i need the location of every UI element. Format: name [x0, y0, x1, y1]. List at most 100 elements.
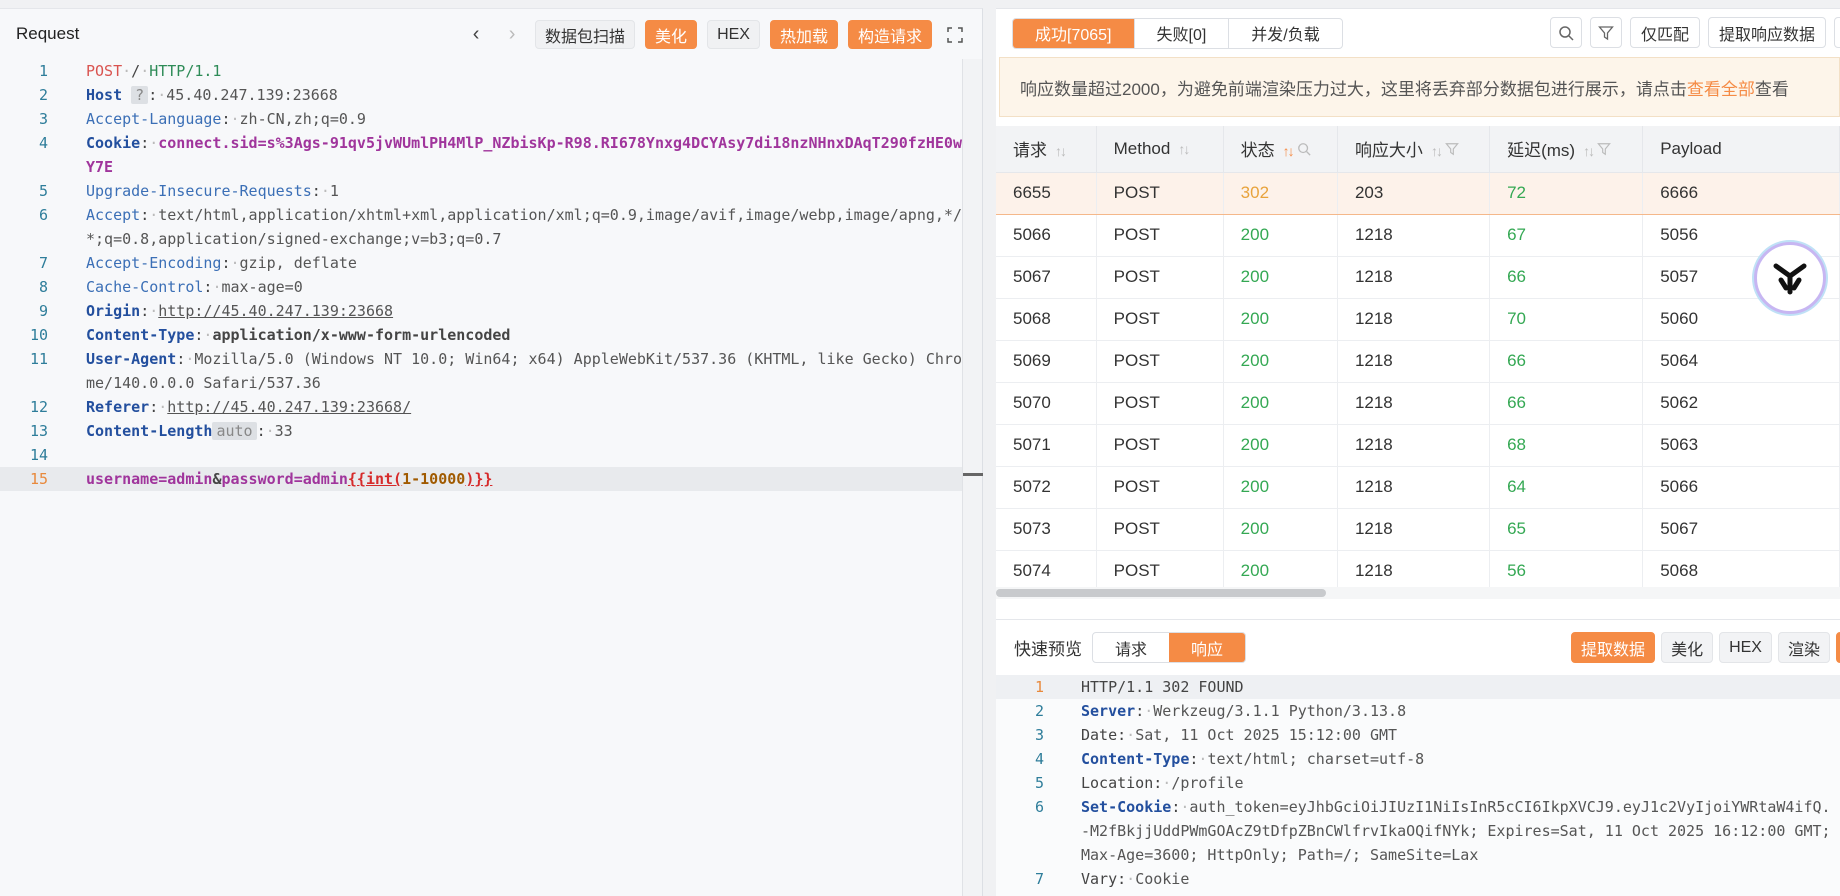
cell-size: 1218 — [1337, 508, 1491, 551]
tab-preview-response[interactable]: 响应 — [1169, 633, 1246, 662]
code-line: 5 Location:·/profile — [1034, 774, 1244, 792]
code-line-active: 1 HTTP/1.1 302 FOUND — [996, 675, 1840, 699]
tab-preview-request[interactable]: 请求 — [1093, 633, 1169, 662]
table-hscroll-thumb[interactable] — [996, 589, 1326, 597]
cell-latency: 67 — [1489, 214, 1644, 257]
tab-concurrency[interactable]: 并发/负载 — [1229, 19, 1341, 48]
forward-arrow-icon[interactable]: › — [499, 22, 525, 48]
search-icon[interactable] — [1549, 17, 1582, 48]
extract-data-button[interactable]: 提取数据 — [1571, 632, 1656, 663]
hotload-button[interactable]: 热加载 — [769, 20, 838, 49]
cell-latency: 66 — [1489, 340, 1644, 383]
beautify-button[interactable]: 美化 — [645, 20, 698, 49]
results-table: 请求 ↑↓ Method ↑↓ 状态 ↑↓ 响应大小 ↑↓ 延迟(ms) ↑↓ Paylo… — [996, 126, 1840, 596]
cell-size: 203 — [1337, 171, 1491, 215]
request-editor[interactable]: 1 POST·/·HTTP/1.1 2 Host ?:·45.40.247.139:… — [0, 59, 962, 896]
view-all-link[interactable]: 查看全部 — [1687, 75, 1755, 100]
hex-button[interactable]: HEX — [707, 20, 760, 49]
search-column-icon[interactable] — [1297, 143, 1311, 159]
sort-icon[interactable]: ↑↓ — [1583, 143, 1595, 159]
table-row[interactable]: 5070 POST 200 1218 66 5062 — [996, 382, 1840, 425]
cell-latency: 66 — [1489, 382, 1644, 425]
assistant-logo-icon[interactable] — [1754, 242, 1826, 314]
table-row[interactable]: 5074 POST 200 1218 56 5068 — [996, 550, 1840, 593]
render-button[interactable]: 渲染 — [1777, 632, 1830, 663]
preview-beautify-button[interactable]: 美化 — [1661, 632, 1714, 663]
sort-icon[interactable]: ↑↓ — [1178, 141, 1190, 157]
code-line: 3 Date:·Sat, 11 Oct 2025 15:12:00 GMT — [1034, 726, 1398, 744]
editor-scrollbar[interactable] — [962, 59, 983, 896]
table-row[interactable]: 5071 POST 200 1218 68 5063 — [996, 424, 1840, 467]
preview-toolbar: 快速预览 请求 响应 提取数据 美化 HEX 渲染 — [996, 619, 1840, 675]
cell-status: 302 — [1223, 171, 1338, 215]
code-line: 12 Referer:·http://45.40.247.139:23668/ — [29, 398, 412, 416]
cell-latency: 70 — [1489, 298, 1644, 341]
cell-status: 200 — [1223, 298, 1338, 341]
preview-hex-button[interactable]: HEX — [1719, 632, 1772, 663]
code-line: 4 Cookie:·connect.sid=s%3Ags-91qv5jvWUmlP… — [38, 134, 962, 176]
cell-size: 1218 — [1337, 550, 1491, 593]
cell-method: POST — [1096, 466, 1224, 509]
code-line: 7 Vary:·Cookie — [1034, 870, 1190, 888]
table-row[interactable]: 5072 POST 200 1218 64 5066 — [996, 466, 1840, 509]
cell-latency: 65 — [1489, 508, 1644, 551]
cell-request: 5073 — [996, 508, 1097, 551]
sort-icon[interactable]: ↑↓ — [1431, 143, 1443, 159]
request-pane: Request ‹ › 数据包扫描 美化 HEX 热加载 构造请求 1 POST·… — [0, 8, 983, 896]
cell-size: 1218 — [1337, 256, 1491, 299]
host-help-badge[interactable]: ? — [131, 86, 149, 104]
table-row[interactable]: 6655 POST 302 203 72 6666 — [996, 171, 1840, 215]
editor-scroll-thumb[interactable] — [963, 473, 983, 476]
table-row[interactable]: 5066 POST 200 1218 67 5056 — [996, 214, 1840, 257]
extract-response-button[interactable]: 提取响应数据 — [1707, 17, 1826, 48]
preview-more-button[interactable] — [1836, 632, 1840, 663]
col-payload[interactable]: Payload — [1642, 126, 1840, 173]
fullscreen-icon[interactable] — [942, 22, 968, 48]
cell-payload: 6666 — [1642, 171, 1840, 215]
more-button[interactable] — [1834, 17, 1840, 48]
cell-request: 5071 — [996, 424, 1097, 467]
filter-column-icon[interactable] — [1597, 143, 1611, 159]
cell-latency: 66 — [1489, 256, 1644, 299]
cell-method: POST — [1096, 298, 1224, 341]
code-line: 1 POST·/·HTTP/1.1 — [38, 62, 222, 80]
match-only-button[interactable]: 仅匹配 — [1629, 17, 1700, 48]
cell-request: 5069 — [996, 340, 1097, 383]
sort-icon[interactable]: ↑↓ — [1055, 143, 1067, 159]
col-request[interactable]: 请求 ↑↓ — [996, 126, 1097, 173]
filter-column-icon[interactable] — [1445, 143, 1459, 159]
table-row[interactable]: 5073 POST 200 1218 65 5067 — [996, 508, 1840, 551]
back-arrow-icon[interactable]: ‹ — [463, 22, 489, 48]
notice-banner: 响应数量超过2000，为避免前端渲染压力过大，这里将丢弃部分数据包进行展示，请点… — [999, 57, 1840, 117]
cell-size: 1218 — [1337, 214, 1491, 257]
table-row[interactable]: 5068 POST 200 1218 70 5060 — [996, 298, 1840, 341]
code-line-active: 15 username=admin&password=admin{{int(1-1… — [0, 467, 962, 491]
table-row[interactable]: 5069 POST 200 1218 66 5064 — [996, 340, 1840, 383]
tab-success[interactable]: 成功[7065] — [1013, 18, 1135, 48]
packet-scan-button[interactable]: 数据包扫描 — [535, 20, 636, 49]
request-title: Request — [16, 24, 80, 43]
sort-active-icon[interactable]: ↑↓ — [1283, 143, 1295, 159]
cell-method: POST — [1096, 214, 1224, 257]
cell-status: 200 — [1223, 340, 1338, 383]
cell-request: 5074 — [996, 550, 1097, 593]
col-latency[interactable]: 延迟(ms) ↑↓ — [1489, 126, 1644, 173]
notice-text: 响应数量超过2000，为避免前端渲染压力过大，这里将丢弃部分数据包进行展示，请点… — [1020, 79, 1687, 99]
cell-request: 5066 — [996, 214, 1097, 257]
code-line: 3 Accept-Language:·zh-CN,zh;q=0.9 — [38, 110, 366, 128]
col-method[interactable]: Method ↑↓ — [1096, 126, 1224, 173]
preview-tabs: 请求 响应 — [1092, 632, 1247, 663]
col-status[interactable]: 状态 ↑↓ — [1223, 126, 1338, 173]
cell-status: 200 — [1223, 382, 1338, 425]
tab-failed[interactable]: 失败[0] — [1135, 18, 1230, 48]
filter-icon[interactable] — [1589, 17, 1622, 48]
code-line: 9 Origin:·http://45.40.247.139:23668 — [38, 302, 394, 320]
construct-request-button[interactable]: 构造请求 — [847, 20, 932, 49]
cell-size: 1218 — [1337, 298, 1491, 341]
response-viewer[interactable]: 1 HTTP/1.1 302 FOUND 2 Server:·Werkzeug/3.… — [996, 675, 1840, 896]
result-tabs: 成功[7065] 失败[0] 并发/负载 — [1012, 17, 1343, 49]
table-row[interactable]: 5067 POST 200 1218 66 5057 — [996, 256, 1840, 299]
content-length-auto-badge[interactable]: auto — [212, 422, 257, 440]
cell-payload: 5062 — [1642, 382, 1840, 425]
col-size[interactable]: 响应大小 ↑↓ — [1337, 126, 1491, 173]
